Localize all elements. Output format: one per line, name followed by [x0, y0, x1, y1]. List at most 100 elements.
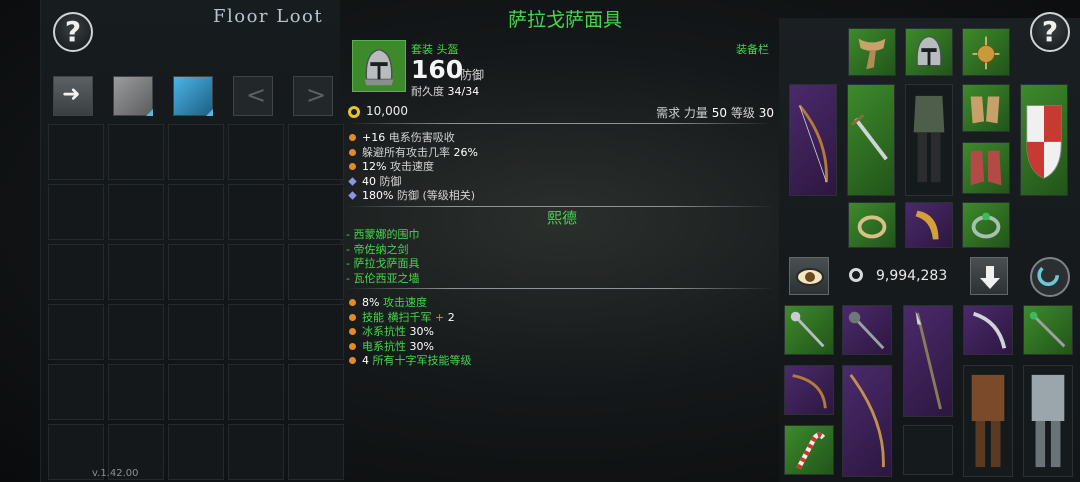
bow-icon: [792, 374, 827, 409]
req-level-label: 等级: [730, 106, 755, 120]
stash-item[interactable]: [1023, 305, 1073, 355]
scimitar-icon: [972, 311, 1007, 349]
bow-icon: [798, 104, 828, 183]
durability-label: 耐久度: [411, 85, 444, 98]
stat-value: 40: [362, 174, 376, 188]
stat-text: 电系伤害吸收: [385, 131, 455, 144]
sort-down-button[interactable]: [970, 257, 1008, 295]
loot-slot[interactable]: [108, 304, 164, 360]
req-label: 需求: [656, 106, 681, 120]
divider: [346, 288, 774, 289]
item-price: 10,000: [366, 104, 408, 118]
loot-slot[interactable]: [288, 244, 344, 300]
stat-text: 躲避所有攻击几率: [362, 145, 454, 159]
requirements: 需求 力量 50 等级 30: [656, 104, 774, 121]
stat-text: 冰系抗性: [362, 325, 410, 338]
loot-slot[interactable]: [228, 244, 284, 300]
next-page-button[interactable]: >: [293, 76, 333, 116]
orange-bullet-icon: [349, 313, 356, 321]
stat-text: 技能 横扫千军 +: [362, 310, 448, 324]
slot-charm[interactable]: [905, 202, 953, 248]
helmet-icon: [916, 36, 942, 66]
slot-gloves[interactable]: [962, 84, 1010, 132]
durability-value: 34/34: [447, 85, 480, 98]
stash-item[interactable]: [963, 305, 1013, 355]
loot-slot[interactable]: [108, 124, 164, 180]
stash-item[interactable]: [963, 365, 1013, 477]
gloves-icon: [970, 96, 1000, 124]
loot-slot[interactable]: [288, 424, 344, 480]
stash-item[interactable]: [784, 425, 834, 475]
slot-amulet[interactable]: [962, 28, 1010, 76]
cycle-button[interactable]: [1030, 257, 1070, 297]
slot-weapon[interactable]: [847, 84, 895, 196]
orange-bullet-icon: [349, 148, 356, 156]
boots-icon: [970, 150, 1002, 186]
orange-bullet-icon: [349, 163, 356, 170]
stat-text: 防御 (等级相关): [393, 189, 476, 202]
loot-slot[interactable]: [48, 124, 104, 180]
loot-slot[interactable]: [168, 424, 224, 480]
toggle-view-button[interactable]: [789, 257, 829, 295]
stat-value: 8%: [362, 296, 380, 309]
loot-slot[interactable]: [48, 304, 104, 360]
slot-helmet[interactable]: [905, 28, 953, 76]
loot-slot[interactable]: [228, 124, 284, 180]
loot-slot[interactable]: [228, 424, 284, 480]
gold-total: 9,994,283: [876, 268, 948, 284]
loot-slot[interactable]: [108, 364, 164, 420]
filter-blue-button[interactable]: [173, 76, 213, 116]
staff-icon: [1029, 311, 1066, 348]
slot-boots[interactable]: [962, 142, 1010, 194]
pickup-all-button[interactable]: ➜: [53, 76, 93, 116]
plate-armor-icon: [1031, 374, 1065, 468]
diamond-bullet-icon: [348, 176, 357, 186]
stat-text: 所有十字军技能等级: [369, 354, 472, 367]
loot-slot[interactable]: [168, 124, 224, 180]
help-button-right[interactable]: ?: [1030, 12, 1070, 52]
loot-slot[interactable]: [48, 244, 104, 300]
leather-armor-icon: [971, 374, 1005, 468]
loot-grid: [48, 124, 344, 480]
defense-label: 防御: [460, 68, 485, 82]
scarf-icon: [858, 38, 886, 70]
slot-scarf[interactable]: [848, 28, 896, 76]
eye-icon: [796, 268, 824, 286]
stash-item[interactable]: [784, 305, 834, 355]
refresh-icon: [1037, 264, 1059, 286]
loot-slot[interactable]: [48, 364, 104, 420]
mace-icon: [848, 311, 885, 350]
prev-page-button[interactable]: <: [233, 76, 273, 116]
arrow-right-icon: ➜: [62, 82, 81, 107]
stat-value: 2: [447, 310, 455, 324]
stash-item[interactable]: [903, 305, 953, 417]
filter-white-button[interactable]: [113, 76, 153, 116]
horn-icon: [915, 210, 939, 240]
loot-slot[interactable]: [168, 304, 224, 360]
loot-slot[interactable]: [288, 124, 344, 180]
slot-armor[interactable]: [905, 84, 953, 196]
loot-slot[interactable]: [168, 364, 224, 420]
gold-icon: [348, 106, 360, 118]
orange-bullet-icon: [349, 328, 356, 335]
stash-item[interactable]: [842, 305, 892, 355]
stash-item[interactable]: [1023, 365, 1073, 477]
longbow-icon: [849, 374, 885, 468]
slot-ring-right[interactable]: [962, 202, 1010, 248]
arrow-down-icon: [980, 266, 1000, 289]
slot-ring-left[interactable]: [848, 202, 896, 248]
slot-off-hand[interactable]: [1020, 84, 1068, 196]
loot-slot[interactable]: [108, 244, 164, 300]
loot-slot[interactable]: [288, 364, 344, 420]
loot-slot[interactable]: [228, 364, 284, 420]
loot-slot[interactable]: [228, 304, 284, 360]
stash-item[interactable]: [784, 365, 834, 415]
loot-slot[interactable]: [288, 304, 344, 360]
orange-bullet-icon: [349, 299, 356, 306]
slot-main-hand[interactable]: [789, 84, 837, 196]
version-label: v.1.42.00: [92, 468, 139, 479]
stash-item[interactable]: [842, 365, 892, 477]
durability: 耐久度 34/34: [411, 83, 479, 99]
stash-empty-slot[interactable]: [903, 425, 953, 475]
loot-slot[interactable]: [168, 244, 224, 300]
